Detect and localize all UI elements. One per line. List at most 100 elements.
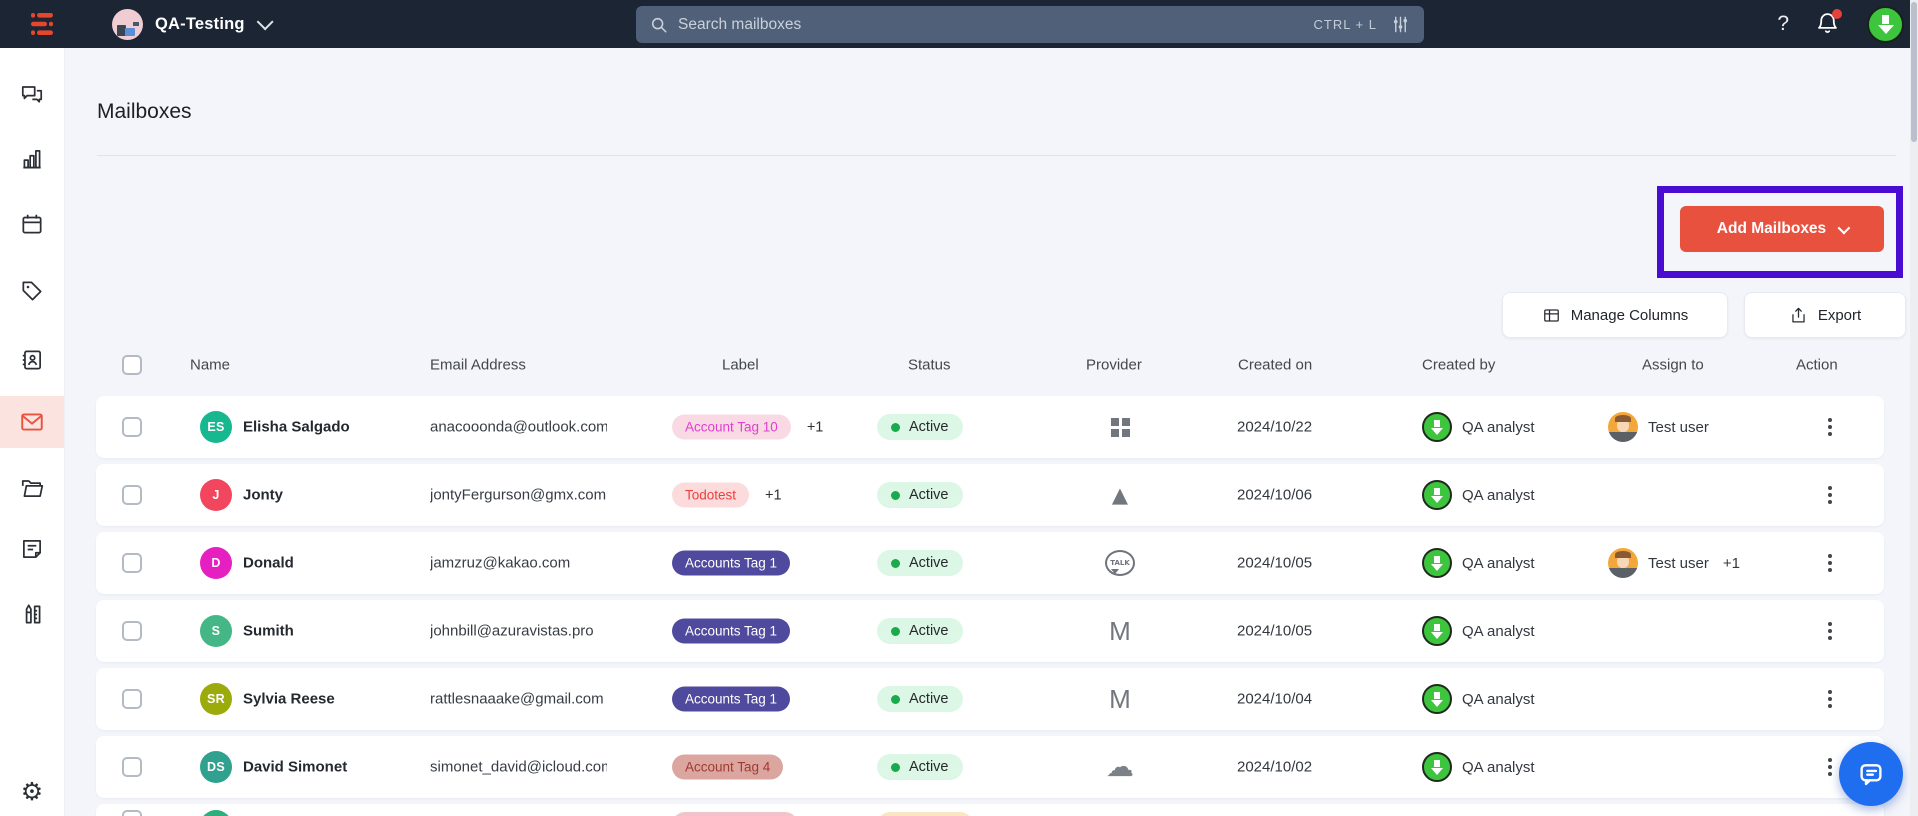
row-actions-menu[interactable] <box>1816 549 1844 577</box>
search-shortcut: CTRL + L <box>1313 17 1377 32</box>
label-tag[interactable]: Account Tag 4 <box>672 755 783 780</box>
status-badge: Active <box>877 550 963 576</box>
creator-avatar <box>1422 480 1452 510</box>
chevron-down-icon <box>1838 221 1851 234</box>
brand-logo[interactable] <box>28 9 58 39</box>
creator-avatar <box>1422 752 1452 782</box>
sidebar-item-contacts[interactable] <box>18 346 46 374</box>
user-avatar[interactable] <box>1867 6 1904 43</box>
col-status[interactable]: Status <box>908 357 951 374</box>
label-tag[interactable]: Accounts Tag 1 <box>672 551 790 576</box>
sidebar-item-settings[interactable] <box>18 777 46 805</box>
status-dot <box>891 763 900 772</box>
assignee-cell: Test user +1 <box>1608 548 1740 578</box>
down-arrow-icon <box>1431 492 1443 499</box>
workspace-name: QA-Testing <box>155 15 245 34</box>
status-dot <box>891 627 900 636</box>
sidebar-item-analytics[interactable] <box>18 145 46 173</box>
notification-bell-icon[interactable] <box>1815 11 1841 37</box>
select-all-checkbox[interactable] <box>122 355 142 375</box>
label-cell: Account Tag 10 +1 <box>672 415 823 440</box>
sidebar-item-tags[interactable] <box>18 277 46 305</box>
table-row: ES Elisha Salgado anacooonda@outlook.com… <box>96 396 1884 458</box>
row-actions-menu[interactable] <box>1816 481 1844 509</box>
provider-icon <box>1102 477 1138 513</box>
chat-support-fab[interactable] <box>1839 742 1903 806</box>
created-on-date: 2024/10/22 <box>1237 419 1312 436</box>
email-address: anacooonda@outlook.com <box>430 419 607 436</box>
row-checkbox[interactable] <box>122 417 142 437</box>
creator-avatar <box>1422 412 1452 442</box>
col-assign-to[interactable]: Assign to <box>1642 357 1704 374</box>
col-provider[interactable]: Provider <box>1086 357 1142 374</box>
sidebar-item-mailboxes[interactable] <box>18 408 46 436</box>
col-created-on[interactable]: Created on <box>1238 357 1312 374</box>
settings-gear-icon <box>21 779 43 804</box>
row-checkbox[interactable] <box>122 553 142 573</box>
row-checkbox[interactable] <box>122 757 142 777</box>
col-created-by[interactable]: Created by <box>1422 357 1495 374</box>
manage-columns-label: Manage Columns <box>1571 307 1689 324</box>
assignee-more-count[interactable]: +1 <box>1723 555 1740 572</box>
label-tag[interactable]: Todotest <box>672 483 749 508</box>
manage-columns-button[interactable]: Manage Columns <box>1502 292 1728 338</box>
workspace-avatar <box>112 9 143 40</box>
sidebar-item-calendar[interactable] <box>18 210 46 238</box>
row-checkbox[interactable] <box>122 621 142 641</box>
sidebar-item-tools[interactable] <box>18 600 46 628</box>
status-text: Active <box>909 623 949 639</box>
created-on-date: 2024/10/05 <box>1237 555 1312 572</box>
row-checkbox[interactable] <box>122 810 142 816</box>
add-mailboxes-button[interactable]: Add Mailboxes <box>1680 206 1884 252</box>
label-more-count[interactable]: +1 <box>807 419 824 435</box>
col-email-address[interactable]: Email Address <box>430 357 526 374</box>
mailbox-name[interactable]: Sumith <box>243 623 294 640</box>
col-action[interactable]: Action <box>1796 357 1838 374</box>
table-row: SR Sylvia Reese rattlesnaaake@gmail.com … <box>96 668 1884 730</box>
row-checkbox[interactable] <box>122 485 142 505</box>
label-tag[interactable]: Account Tag 10 <box>672 415 791 440</box>
creator-name: QA analyst <box>1462 759 1535 776</box>
row-actions-menu[interactable] <box>1816 413 1844 441</box>
status-badge <box>877 812 973 816</box>
avatar: D <box>200 547 232 579</box>
help-icon[interactable] <box>1777 12 1789 36</box>
sidebar-item-folders[interactable] <box>18 474 46 502</box>
label-cell: Todotest +1 <box>672 483 782 508</box>
page-scrollbar[interactable] <box>1910 0 1918 816</box>
sidebar-item-chat[interactable] <box>18 80 46 108</box>
table-header: Name Email Address Label Status Provider… <box>96 348 1884 382</box>
mailbox-name[interactable]: Elisha Salgado <box>243 419 350 436</box>
mailbox-name[interactable]: David Simonet <box>243 759 347 776</box>
mailbox-name[interactable]: Sylvia Reese <box>243 691 335 708</box>
notification-dot <box>1832 9 1842 19</box>
status-dot <box>891 423 900 432</box>
created-by-cell: QA analyst <box>1422 548 1535 578</box>
filter-sliders-icon[interactable] <box>1391 15 1410 34</box>
label-tag[interactable]: Accounts Tag 1 <box>672 687 790 712</box>
mailbox-name[interactable]: Donald <box>243 555 294 572</box>
row-actions-menu[interactable] <box>1816 617 1844 645</box>
label-more-count[interactable]: +1 <box>765 487 782 503</box>
search-input[interactable] <box>678 16 1303 34</box>
row-actions-menu[interactable] <box>1816 685 1844 713</box>
label-cell: Accounts Tag 1 <box>672 551 806 576</box>
export-button[interactable]: Export <box>1744 292 1906 338</box>
table-row: DS David Simonet simonet_david@icloud.co… <box>96 736 1884 798</box>
search-bar[interactable]: CTRL + L <box>636 6 1424 43</box>
row-checkbox[interactable] <box>122 689 142 709</box>
label-tag[interactable]: Accounts Tag 1 <box>672 619 790 644</box>
sidebar-item-notes[interactable] <box>18 535 46 563</box>
top-bar: QA-Testing CTRL + L <box>0 0 1918 48</box>
col-label[interactable]: Label <box>722 357 759 374</box>
creator-name: QA analyst <box>1462 623 1535 640</box>
email-address: jontyFergurson@gmx.com <box>430 487 607 504</box>
avatar: DS <box>200 751 232 783</box>
label-tag <box>672 812 798 816</box>
scrollbar-thumb[interactable] <box>1911 2 1917 142</box>
avatar <box>200 810 232 816</box>
mailbox-name[interactable]: Jonty <box>243 487 283 504</box>
workspace-switcher[interactable]: QA-Testing <box>112 0 269 48</box>
assignee-name: Test user <box>1648 419 1709 436</box>
col-name[interactable]: Name <box>190 357 230 374</box>
